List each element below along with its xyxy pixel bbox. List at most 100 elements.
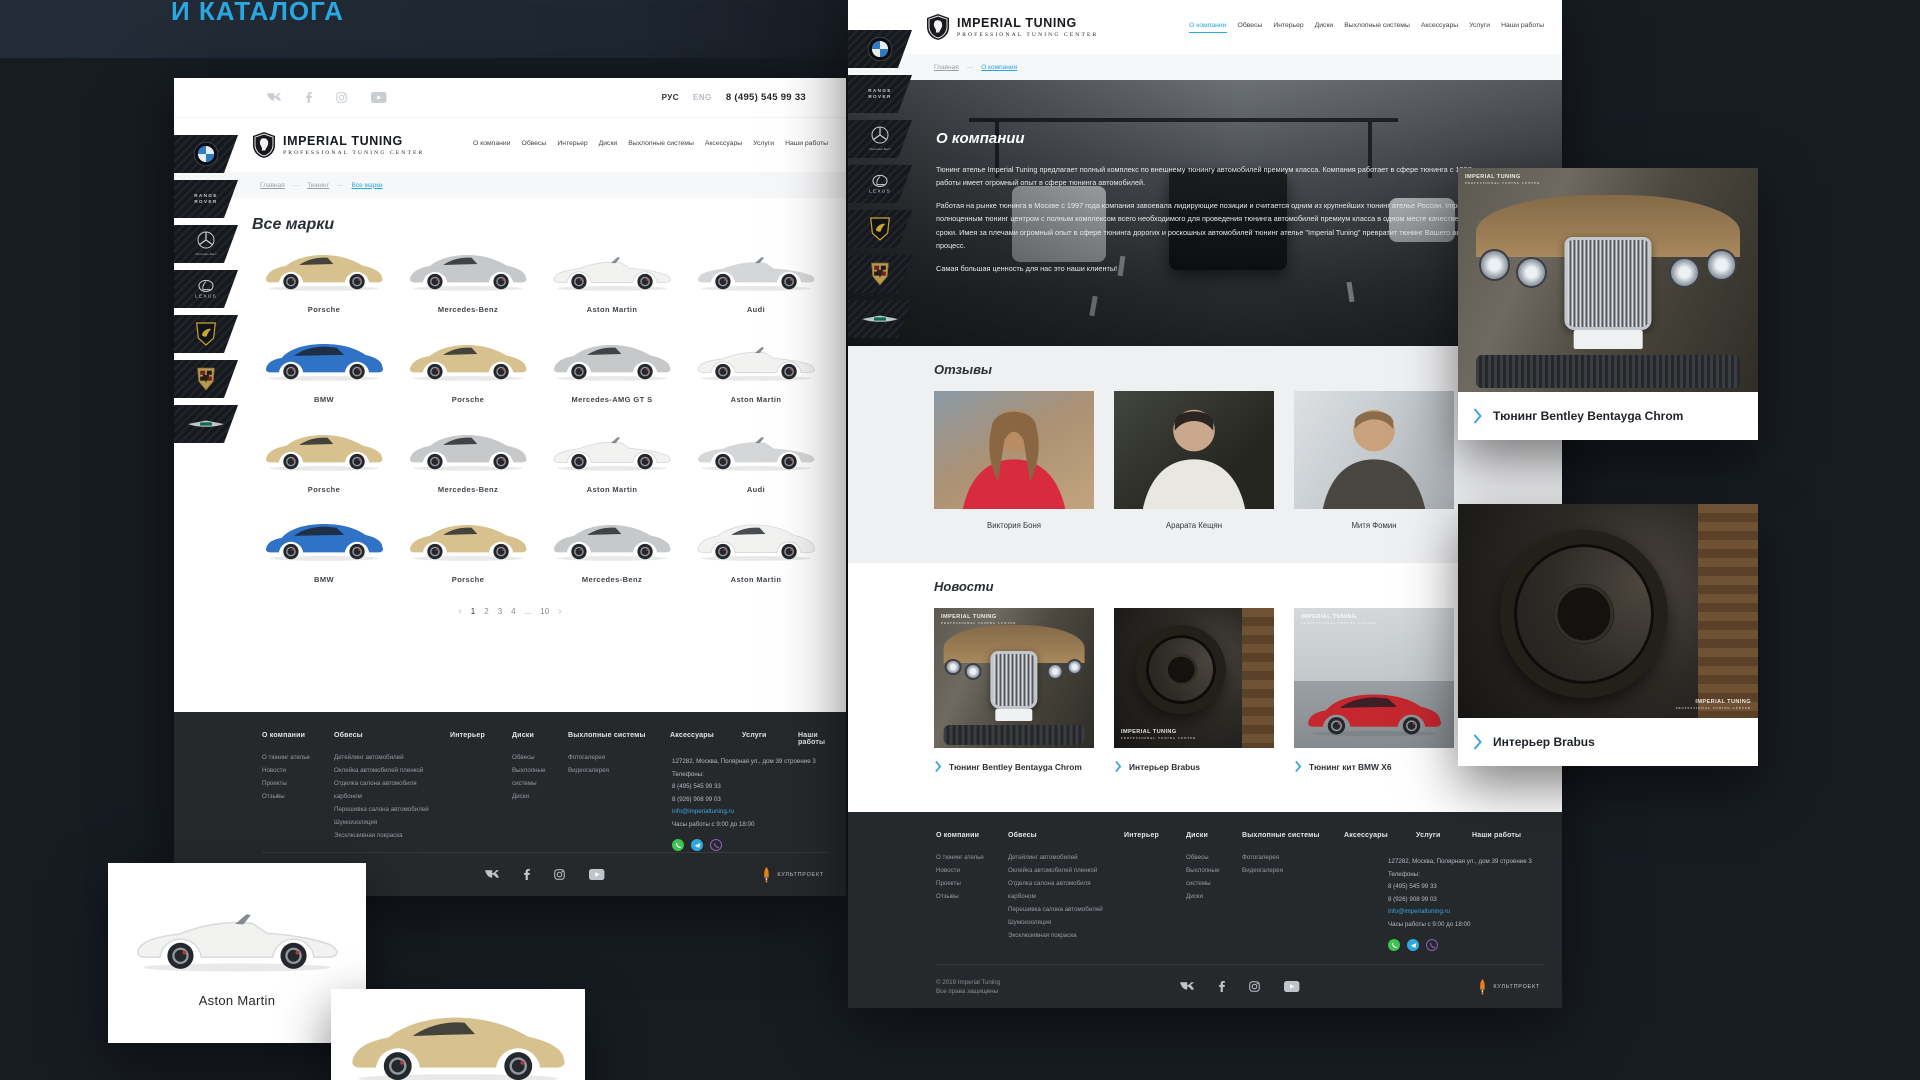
footer-link[interactable]: Видеогалерея — [1242, 864, 1338, 877]
brand-tile-lexus[interactable]: LEXUS — [848, 165, 912, 203]
vk-icon[interactable] — [484, 869, 500, 880]
footer-link[interactable]: Отзывы — [936, 890, 1002, 903]
brand-tile-mercedes-benz[interactable]: Mercedes-Benz — [174, 225, 238, 263]
breadcrumb-link[interactable]: О компании — [981, 64, 1017, 71]
car-card-porsche[interactable]: Porsche — [396, 518, 540, 584]
footer-column-выхлопные-системы[interactable]: Выхлопные системы — [568, 732, 664, 739]
footer-column-аксессуары[interactable]: Аксессуары — [670, 732, 736, 739]
phone-number[interactable]: 8 (495) 545 99 33 — [726, 92, 806, 103]
footer-link[interactable]: Оклейка автомобилей пленкой — [334, 764, 444, 777]
pagination-page[interactable]: 2 — [484, 607, 488, 616]
lang-rus-button[interactable]: РУС — [662, 93, 679, 102]
footer-link[interactable]: Диски — [1186, 890, 1236, 903]
porsche-card[interactable] — [331, 989, 585, 1080]
footer-link[interactable]: Новости — [262, 764, 328, 777]
pagination-page[interactable]: 3 — [498, 607, 502, 616]
car-card-audi[interactable]: Audi — [684, 248, 828, 314]
facebook-icon[interactable] — [1219, 981, 1225, 992]
phone-number[interactable]: 8 (495) 545 99 33 — [1388, 881, 1546, 894]
pagination-page[interactable]: ... — [525, 607, 532, 616]
footer-column-диски[interactable]: Диски — [512, 732, 562, 739]
nav-item-диски[interactable]: Диски — [1315, 22, 1334, 33]
footer-link[interactable]: О тюнинг ателье — [936, 851, 1002, 864]
facebook-icon[interactable] — [524, 869, 530, 880]
phone-number[interactable]: 8 (926) 908 99 03 — [672, 794, 830, 807]
footer-link[interactable]: Детейлинг автомобилей — [1008, 851, 1118, 864]
nav-item-услуги[interactable]: Услуги — [1469, 22, 1490, 33]
viber-icon[interactable] — [710, 839, 722, 851]
nav-item-интерьер[interactable]: Интерьер — [557, 140, 587, 150]
footer-link[interactable]: О тюнинг ателье — [262, 751, 328, 764]
footer-link[interactable]: Перешивка салона автомобилей — [1008, 903, 1118, 916]
brabus-project-card[interactable]: IMPERIAL TUNINGPROFESSIONAL TUNING CENTE… — [1458, 504, 1758, 766]
review-card[interactable]: Митя Фомин — [1294, 391, 1454, 530]
lang-eng-button[interactable]: ENG — [693, 93, 712, 102]
footer-column-услуги[interactable]: Услуги — [742, 732, 792, 739]
nav-item-выхлопные-системы[interactable]: Выхлопные системы — [1344, 22, 1410, 33]
footer-column-о-компании[interactable]: О компании — [936, 832, 1002, 839]
youtube-icon[interactable] — [1284, 981, 1299, 992]
footer-column-интерьер[interactable]: Интерьер — [1124, 832, 1180, 839]
brand-tile-range-rover[interactable]: RANGEROVER — [848, 75, 912, 113]
nav-item-о-компании[interactable]: О компании — [473, 140, 511, 150]
instagram-icon[interactable] — [554, 869, 565, 880]
footer-link[interactable]: Видеогалерея — [568, 764, 664, 777]
brand-tile-range-rover[interactable]: RANGEROVER — [174, 180, 238, 218]
car-card-aston-martin[interactable]: Aston Martin — [684, 518, 828, 584]
car-card-mercedes-benz[interactable]: Mercedes-Benz — [540, 518, 684, 584]
imperial-tuning-logo[interactable]: IMPERIAL TUNING PROFESSIONAL TUNING CENT… — [926, 13, 1098, 41]
brand-tile-lexus[interactable]: LEXUS — [174, 270, 238, 308]
footer-link[interactable]: Проекты — [936, 877, 1002, 890]
footer-link[interactable]: Отделка салона автомобиля карбоном — [334, 777, 444, 803]
car-card-bmw[interactable]: BMW — [252, 518, 396, 584]
telegram-icon[interactable] — [1407, 939, 1419, 951]
footer-column-услуги[interactable]: Услуги — [1416, 832, 1466, 839]
footer-link[interactable]: Эксклюзивная покраска — [1008, 929, 1118, 942]
email-link[interactable]: info@imperialtuning.ru — [1388, 906, 1546, 919]
footer-link[interactable]: Перешивка салона автомобилей — [334, 803, 444, 816]
brand-tile-porsche[interactable] — [174, 360, 238, 398]
nav-item-наши-работы[interactable]: Наши работы — [1501, 22, 1544, 33]
nav-item-о-компании[interactable]: О компании — [1189, 22, 1227, 33]
nav-item-аксессуары[interactable]: Аксессуары — [705, 140, 742, 150]
car-card-porsche[interactable]: Porsche — [252, 248, 396, 314]
footer-link[interactable]: Выхлопные системы — [512, 764, 562, 790]
pagination-page[interactable]: 10 — [540, 607, 549, 616]
brand-tile-bmw[interactable] — [848, 30, 912, 68]
breadcrumb-link[interactable]: Главная — [934, 64, 959, 71]
whatsapp-icon[interactable] — [1388, 939, 1400, 951]
review-card[interactable]: Виктория Боня — [934, 391, 1094, 530]
footer-column-интерьер[interactable]: Интерьер — [450, 732, 506, 739]
footer-link[interactable]: Эксклюзивная покраска — [334, 829, 444, 842]
youtube-icon[interactable] — [371, 92, 386, 103]
telegram-icon[interactable] — [691, 839, 703, 851]
vk-icon[interactable] — [266, 92, 282, 103]
footer-link[interactable]: Отделка салона автомобиля карбоном — [1008, 877, 1118, 903]
brand-tile-lamborghini[interactable] — [174, 315, 238, 353]
studio-logo[interactable]: КУЛЬТПРОЕКТ — [762, 867, 824, 883]
footer-column-обвесы[interactable]: Обвесы — [334, 732, 444, 739]
viber-icon[interactable] — [1426, 939, 1438, 951]
brand-tile-lamborghini[interactable] — [848, 210, 912, 248]
whatsapp-icon[interactable] — [672, 839, 684, 851]
footer-link[interactable]: Детейлинг автомобилей — [334, 751, 444, 764]
footer-link[interactable]: Отзывы — [262, 790, 328, 803]
footer-link[interactable]: Обвесы — [1186, 851, 1236, 864]
aston-martin-card[interactable]: Aston Martin — [108, 863, 366, 1043]
footer-column-наши-работы[interactable]: Наши работы — [1472, 832, 1544, 839]
car-card-mercedes-amg-gt-s[interactable]: Mercedes-AMG GT S — [540, 338, 684, 404]
nav-item-аксессуары[interactable]: Аксессуары — [1421, 22, 1458, 33]
review-card[interactable]: Арарата Кещян — [1114, 391, 1274, 530]
pagination-prev[interactable]: ‹ — [458, 606, 461, 617]
car-card-bmw[interactable]: BMW — [252, 338, 396, 404]
car-card-aston-martin[interactable]: Aston Martin — [684, 338, 828, 404]
brand-tile-mercedes-benz[interactable]: Mercedes-Benz — [848, 120, 912, 158]
breadcrumb-link[interactable]: Главная — [260, 182, 285, 189]
nav-item-диски[interactable]: Диски — [599, 140, 618, 150]
footer-link[interactable]: Фотогалерея — [1242, 851, 1338, 864]
instagram-icon[interactable] — [336, 92, 347, 103]
footer-link[interactable]: Диски — [512, 790, 562, 803]
bentley-project-card[interactable]: IMPERIAL TUNINGPROFESSIONAL TUNING CENTE… — [1458, 168, 1758, 440]
footer-column-диски[interactable]: Диски — [1186, 832, 1236, 839]
imperial-tuning-logo[interactable]: IMPERIAL TUNING PROFESSIONAL TUNING CENT… — [252, 131, 424, 159]
